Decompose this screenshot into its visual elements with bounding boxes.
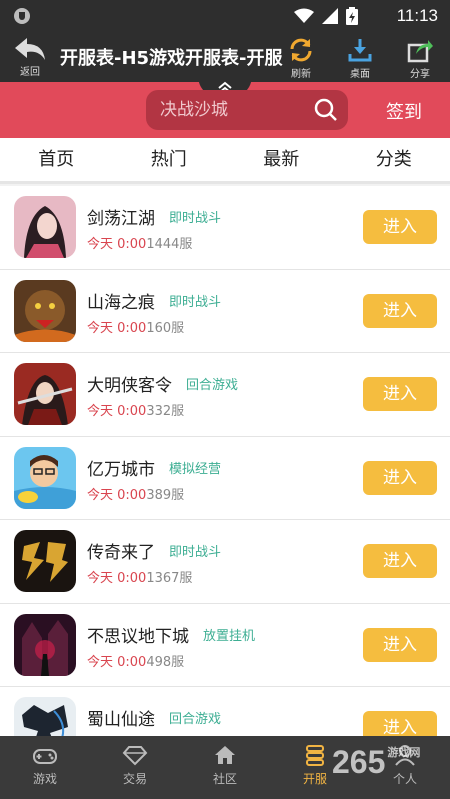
diamond-icon [122, 746, 148, 766]
search-bar: 签到 [0, 76, 450, 138]
category-tabs: 首页 热门 最新 分类 [0, 138, 450, 184]
game-name: 蜀山仙途 [87, 710, 155, 730]
cartoon-man-icon [14, 446, 76, 509]
status-bar: 11:13 [0, 0, 450, 32]
game-name: 剑荡江湖 [87, 209, 155, 229]
tab-hot[interactable]: 热门 [113, 138, 226, 181]
title-bar: 返回 开服表-H5游戏开服表-开服 刷新 桌面 分享 [0, 32, 450, 82]
warrior-avatar-icon [14, 363, 76, 425]
gamepad-icon [33, 749, 57, 764]
game-list: 剑荡江湖 即时战斗 今天 0:001444服 进入 山海之痕 即时战斗 今天 0… [0, 186, 450, 736]
list-item[interactable]: 蜀山仙途 回合游戏 进入 [0, 687, 450, 736]
list-item[interactable]: 亿万城市 模拟经营 今天 0:00389服 进入 [0, 436, 450, 520]
list-item[interactable]: 大明侠客令 回合游戏 今天 0:00332服 进入 [0, 353, 450, 437]
beast-avatar-icon [14, 279, 76, 342]
enter-button[interactable]: 进入 [363, 544, 437, 578]
list-item[interactable]: 传奇来了 即时战斗 今天 0:001367服 进入 [0, 520, 450, 604]
game-meta: 今天 0:00389服 [87, 484, 184, 503]
open-time: 今天 0:00 [87, 654, 147, 670]
game-tag: 回合游戏 [169, 712, 222, 727]
game-tag: 即时战斗 [169, 294, 222, 310]
game-meta: 今天 0:001367服 [87, 567, 192, 586]
server-number: 1444服 [146, 237, 193, 252]
game-name: 亿万城市 [87, 459, 155, 480]
watermark-suffix: 游戏网 [387, 747, 421, 759]
server-number: 160服 [146, 320, 185, 336]
game-tag: 即时战斗 [169, 211, 222, 226]
share-button[interactable]: 分享 [400, 36, 440, 80]
game-tag: 模拟经营 [169, 461, 222, 477]
share-label: 分享 [410, 69, 430, 80]
game-tag: 回合游戏 [186, 378, 239, 393]
battery-icon [346, 7, 358, 25]
game-name: 不思议地下城 [87, 626, 189, 647]
game-tag: 放置挂机 [203, 628, 256, 644]
game-tag: 即时战斗 [169, 545, 222, 560]
back-arrow-icon [15, 38, 45, 60]
nav-trade[interactable]: 交易 [90, 736, 180, 799]
game-meta: 今天 0:001444服 [87, 233, 192, 252]
open-time: 今天 0:00 [87, 571, 147, 586]
enter-button[interactable]: 进入 [363, 210, 437, 244]
clock: 11:13 [396, 6, 438, 25]
wifi-icon [294, 8, 314, 23]
signal-icon [322, 8, 338, 24]
home-icon [215, 746, 235, 764]
page-title: 开服表-H5游戏开服表-开服 [60, 48, 283, 69]
nav-label: 开服 [302, 772, 327, 786]
status-icons [294, 7, 358, 25]
site-watermark: 265 游戏网 [332, 744, 420, 781]
enter-button[interactable]: 进入 [363, 627, 437, 662]
tab-home[interactable]: 首页 [0, 138, 113, 181]
enter-button[interactable]: 进入 [363, 460, 437, 495]
back-button[interactable]: 返回 [12, 36, 48, 80]
list-item[interactable]: 山海之痕 即时战斗 今天 0:00160服 进入 [0, 269, 450, 353]
nav-label: 游戏 [32, 772, 57, 786]
nav-label: 交易 [122, 772, 147, 786]
nav-community[interactable]: 社区 [180, 736, 270, 799]
nav-games[interactable]: 游戏 [0, 736, 90, 799]
download-icon [348, 39, 372, 62]
open-time: 今天 0:00 [87, 404, 147, 419]
game-meta: 今天 0:00498服 [87, 651, 184, 670]
search-box[interactable] [146, 90, 348, 130]
refresh-button[interactable]: 刷新 [281, 36, 321, 80]
server-number: 498服 [146, 654, 185, 670]
enter-button[interactable]: 进入 [363, 293, 437, 328]
desktop-button[interactable]: 桌面 [340, 36, 380, 80]
signin-button[interactable]: 签到 [386, 98, 422, 124]
tab-category[interactable]: 分类 [338, 138, 450, 181]
shu-logo-icon [14, 697, 76, 736]
desktop-label: 桌面 [350, 69, 370, 80]
share-icon [407, 40, 433, 63]
open-time: 今天 0:00 [87, 237, 147, 252]
game-meta: 今天 0:00332服 [87, 400, 184, 419]
search-icon[interactable] [314, 98, 338, 122]
open-time: 今天 0:00 [87, 487, 147, 503]
refresh-icon [290, 38, 312, 62]
server-number: 389服 [146, 487, 185, 503]
server-number: 1367服 [146, 571, 193, 586]
swordsman-avatar-icon [14, 196, 76, 258]
refresh-label: 刷新 [291, 69, 311, 80]
game-meta: 今天 0:00160服 [87, 317, 184, 336]
search-input[interactable] [160, 98, 310, 122]
legend-logo-icon [14, 530, 76, 592]
game-name: 传奇来了 [87, 543, 155, 563]
server-number: 332服 [146, 404, 185, 419]
list-item[interactable]: 剑荡江湖 即时战斗 今天 0:001444服 进入 [0, 186, 450, 270]
enter-button[interactable]: 进入 [363, 377, 437, 411]
enter-button[interactable]: 进入 [363, 711, 437, 736]
watermark-text: 265 [332, 744, 386, 780]
server-list-icon [306, 745, 324, 766]
shield-icon [14, 8, 30, 24]
nav-label: 社区 [212, 772, 237, 786]
open-time: 今天 0:00 [87, 320, 147, 336]
game-name: 大明侠客令 [87, 376, 172, 396]
game-name: 山海之痕 [87, 292, 155, 313]
back-label: 返回 [20, 67, 40, 78]
list-item[interactable]: 不思议地下城 放置挂机 今天 0:00498服 进入 [0, 603, 450, 687]
dungeon-icon [14, 613, 76, 676]
tab-latest[interactable]: 最新 [225, 138, 338, 181]
